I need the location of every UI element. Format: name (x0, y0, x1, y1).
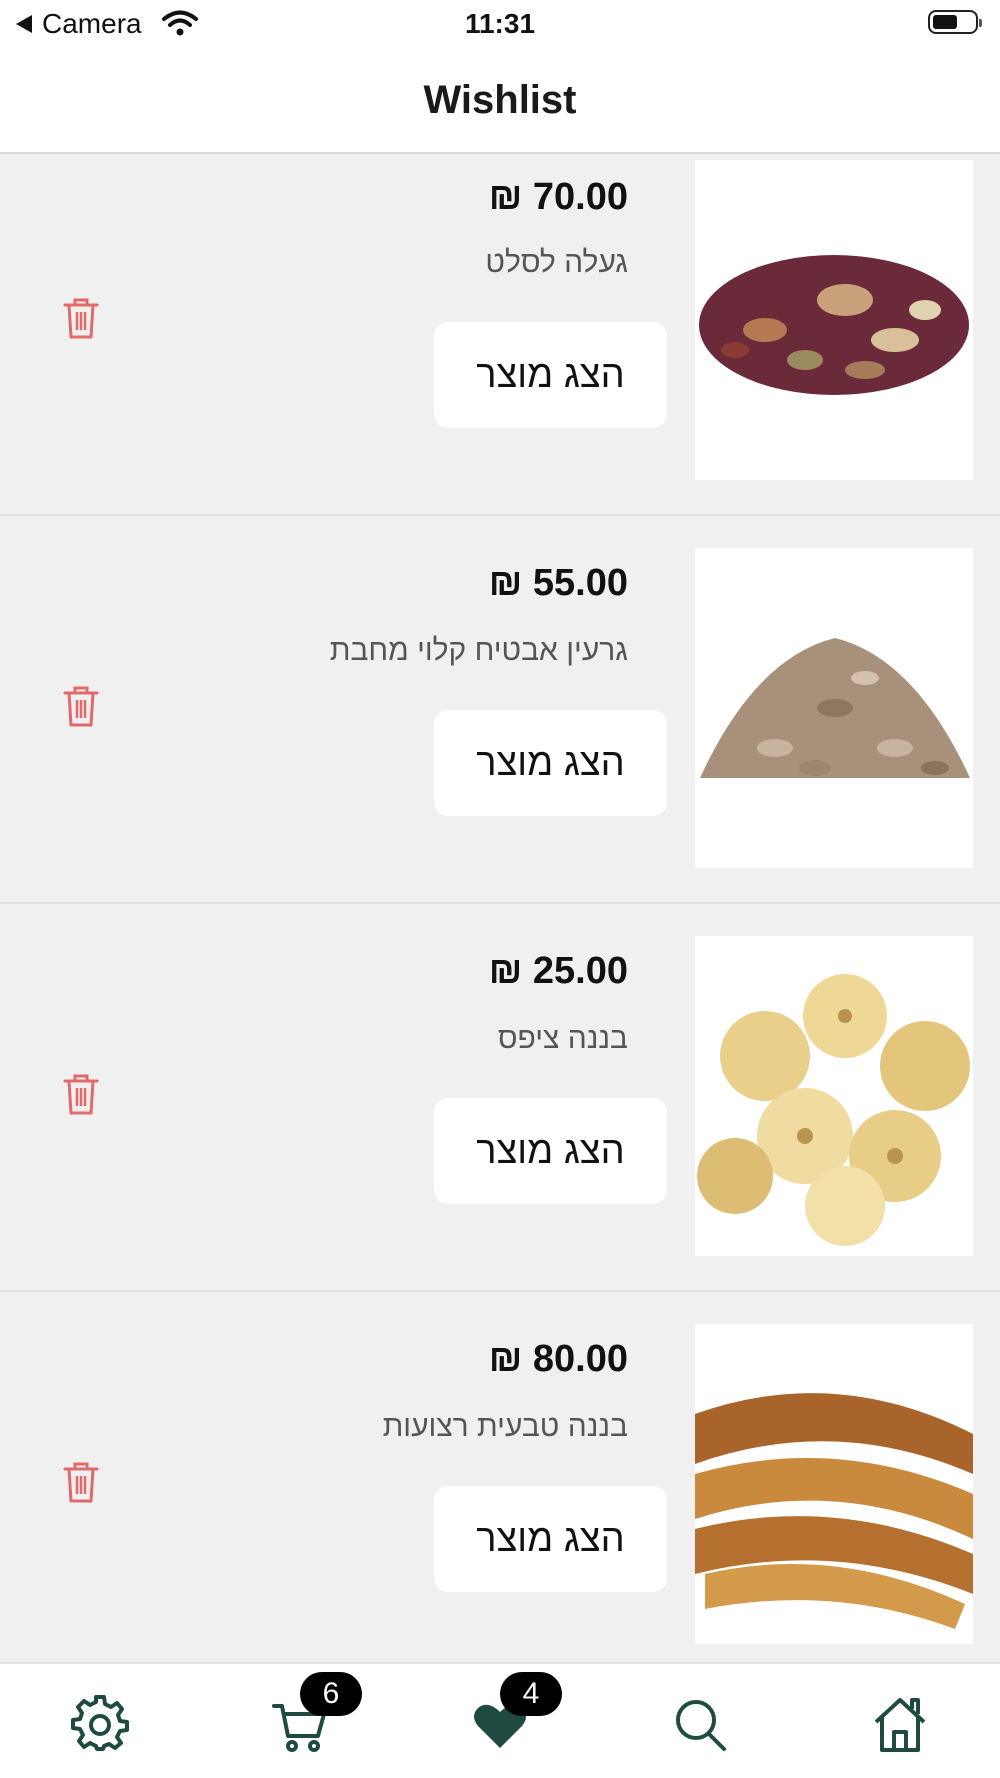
trash-icon[interactable] (62, 684, 100, 728)
trash-icon[interactable] (62, 296, 100, 340)
tab-cart[interactable]: 6 (270, 1672, 362, 1754)
status-bar: Camera 11:31 (0, 0, 1000, 56)
wishlist-count-badge: 4 (500, 1672, 562, 1716)
wishlist-item: ₪ 70.00 געלה לסלט הצג מוצר (0, 154, 1000, 516)
cart-count-badge: 6 (300, 1672, 362, 1716)
view-product-button[interactable]: הצג מוצר (434, 322, 667, 428)
banana-chips-image[interactable] (695, 936, 973, 1256)
item-price: ₪ 55.00 (488, 562, 628, 604)
item-price: ₪ 80.00 (488, 1338, 628, 1380)
item-name: גרעין אבטיח קלוי מחבת (329, 634, 628, 667)
item-name: בננה ציפס (497, 1022, 628, 1055)
item-price: ₪ 25.00 (488, 950, 628, 992)
tab-home[interactable] (870, 1694, 930, 1754)
tab-wishlist[interactable]: 4 (470, 1672, 562, 1754)
tab-search[interactable] (670, 1694, 730, 1754)
item-name: בננה טבעית רצועות (382, 1410, 628, 1443)
wishlist-item: ₪ 55.00 גרעין אבטיח קלוי מחבת הצג מוצר (0, 516, 1000, 904)
wishlist-list[interactable]: ₪ 70.00 געלה לסלט הצג מוצר ₪ 55.00 גרעין (0, 154, 1000, 1662)
status-time: 11:31 (464, 8, 536, 39)
watermelon-seeds-image[interactable] (695, 548, 973, 868)
trash-icon[interactable] (62, 1072, 100, 1116)
trail-mix-image[interactable] (695, 160, 973, 480)
wishlist-item: ₪ 80.00 בננה טבעית רצועות הצג מוצר (0, 1292, 1000, 1662)
trash-icon[interactable] (62, 1460, 100, 1504)
item-name: געלה לסלט (485, 246, 628, 279)
search-icon (676, 1700, 726, 1751)
tab-bar: 6 4 (0, 1662, 1000, 1778)
view-product-button[interactable]: הצג מוצר (434, 1098, 667, 1204)
wishlist-item: ₪ 25.00 בננה ציפס הצג מוצר (0, 904, 1000, 1292)
battery-icon (928, 10, 982, 34)
view-product-button[interactable]: הצג מוצר (434, 710, 667, 816)
gear-icon (71, 1695, 129, 1751)
tab-settings[interactable] (70, 1694, 130, 1754)
item-price: ₪ 70.00 (488, 176, 628, 218)
page-title: Wishlist (423, 78, 577, 122)
dried-banana-strips-image[interactable] (695, 1324, 973, 1644)
navigation-bar: Wishlist (0, 56, 1000, 154)
home-icon (874, 1698, 926, 1752)
view-product-button[interactable]: הצג מוצר (434, 1486, 667, 1592)
